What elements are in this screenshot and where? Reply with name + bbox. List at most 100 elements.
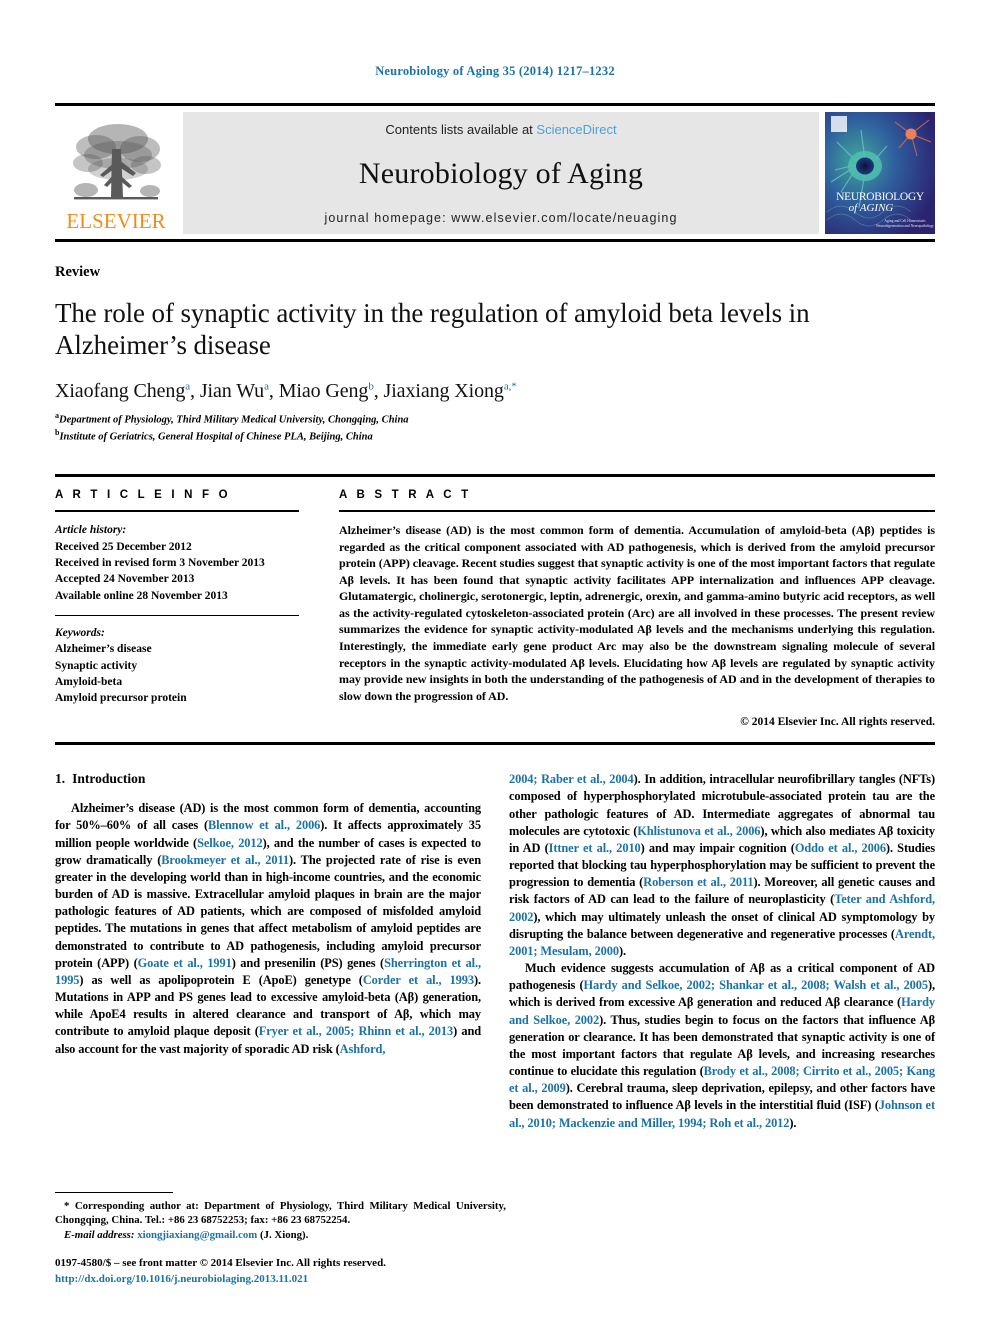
section-title: Introduction — [72, 771, 146, 787]
article-type: Review — [55, 264, 101, 280]
affiliation-list: aDepartment of Physiology, Third Militar… — [55, 411, 935, 444]
keyword-item: Amyloid precursor protein — [55, 692, 187, 705]
article-history-item: Accepted 24 November 2013 — [55, 573, 195, 586]
abstract-text: Alzheimer’s disease (AD) is the most com… — [339, 523, 935, 703]
body-columns: 1. Introduction Alzheimer’s disease (AD) … — [55, 771, 935, 1132]
article-history-item: Received 25 December 2012 — [55, 540, 192, 553]
body-paragraph: Much evidence suggests accumulation of A… — [509, 960, 935, 1132]
keywords: Keywords: Alzheimer’s disease Synaptic ac… — [55, 625, 299, 707]
affiliation: bInstitute of Geriatrics, General Hospit… — [55, 428, 935, 445]
body-text: ). — [618, 943, 626, 958]
citation-link[interactable]: Ashford, — [340, 1042, 386, 1056]
body-text: ). — [789, 1115, 797, 1130]
corresponding-author-note: * Corresponding author at: Department of… — [55, 1199, 506, 1242]
info-abstract-block: A R T I C L E I N F O Article history: R… — [55, 474, 935, 728]
abstract-rule — [339, 510, 935, 513]
citation-link[interactable]: Roberson et al., 2011 — [643, 875, 753, 889]
keywords-divider — [55, 614, 299, 616]
right-column-paragraphs: 2004; Raber et al., 2004). In addition, … — [509, 771, 935, 1132]
citation-link[interactable]: Brookmeyer et al., 2011 — [161, 853, 289, 867]
abstract-heading: A B S T R A C T — [339, 489, 472, 502]
sciencedirect-link[interactable]: ScienceDirect — [536, 122, 616, 137]
citation-link[interactable]: Oddo et al., 2006 — [795, 841, 886, 855]
body-text: ). The projected rate of rise is even gr… — [55, 852, 482, 970]
author-affiliation-marker: a — [264, 380, 269, 393]
author-affiliation-marker: a — [185, 380, 191, 393]
article-history-label: Article history: — [55, 524, 127, 537]
citation-link[interactable]: Goate et al., 1991 — [138, 956, 232, 970]
email-address-link[interactable]: xiongjiaxiang@gmail.com — [137, 1229, 257, 1241]
elsevier-logo: ELSEVIER — [55, 112, 177, 234]
journal-title: Neurobiology of Aging — [358, 157, 644, 190]
author-list: Xiaofang Chenga, Jian Wua, Miao Gengb, J… — [55, 379, 517, 402]
section-heading-introduction: 1. Introduction — [55, 771, 481, 787]
citation-link[interactable]: Fryer et al., 2005; Rhinn et al., 2013 — [259, 1024, 453, 1038]
author-name: Jian Wu — [199, 379, 265, 402]
body-paragraph: Alzheimer’s disease (AD) is the most com… — [55, 800, 481, 1058]
left-column-paragraphs: Alzheimer’s disease (AD) is the most com… — [55, 800, 481, 1058]
page-title: The role of synaptic activity in the reg… — [55, 298, 810, 361]
keyword-item: Amyloid-beta — [55, 675, 123, 688]
article-info-heading: A R T I C L E I N F O — [55, 489, 231, 502]
email-address-label: E-mail address: — [64, 1228, 135, 1241]
running-head: Neurobiology of Aging 35 (2014) 1217–123… — [375, 64, 615, 78]
article-info-rule — [55, 510, 299, 513]
author-name: Jiaxiang Xiong — [383, 379, 504, 402]
author-name: Xiaofang Cheng — [55, 379, 186, 402]
author-name: Miao Geng — [278, 379, 369, 402]
citation-link[interactable]: Khlistunova et al., 2006 — [637, 824, 760, 838]
email-address-suffix: (J. Xiong). — [260, 1228, 309, 1241]
article-history-item: Available online 28 November 2013 — [55, 589, 228, 602]
issn-line: 0197-4580/$ – see front matter © 2014 El… — [55, 1257, 386, 1270]
citation-link[interactable]: Blennow et al., 2006 — [208, 818, 320, 832]
footnote-block: * Corresponding author at: Department of… — [55, 1191, 506, 1288]
body-text: ) and may impair cognition ( — [640, 840, 795, 855]
issn-copyright-block: 0197-4580/$ – see front matter © 2014 El… — [55, 1256, 506, 1288]
article-info-column: A R T I C L E I N F O Article history: R… — [55, 489, 321, 728]
article-history: Article history: Received 25 December 20… — [55, 522, 299, 604]
journal-cover-image: NEUROBIOLOGY of AGING Aging and Cell Hom… — [825, 112, 935, 234]
keyword-item: Synaptic activity — [55, 659, 138, 672]
contents-list-line: Contents lists available at ScienceDirec… — [385, 122, 616, 137]
body-text: ) as well as apolipoprotein E (ApoE) gen… — [79, 972, 363, 987]
keywords-label: Keywords: — [55, 626, 105, 639]
citation-link[interactable]: Corder et al., 1993 — [363, 973, 474, 987]
elsevier-wordmark: ELSEVIER — [66, 209, 166, 233]
citation-link[interactable]: 2004; Raber et al., 2004 — [509, 772, 634, 786]
elsevier-tree-icon — [73, 124, 161, 200]
author-affiliation-marker: b — [368, 380, 374, 393]
citation-link[interactable]: Selkoe, 2012 — [197, 836, 263, 850]
citation-link[interactable]: Ittner et al., 2010 — [549, 841, 641, 855]
body-text: ). Cerebral trauma, sleep deprivation, e… — [509, 1081, 935, 1113]
journal-cover-thumbnail: NEUROBIOLOGY of AGING Aging and Cell Hom… — [825, 112, 935, 234]
cover-title-line2: of AGING — [849, 202, 894, 214]
body-text: ) and presenilin (PS) genes ( — [231, 955, 385, 970]
author-affiliation-marker: a,* — [503, 380, 517, 393]
body-paragraph: 2004; Raber et al., 2004). In addition, … — [509, 771, 935, 960]
body-column-left: 1. Introduction Alzheimer’s disease (AD) … — [55, 771, 481, 1132]
affiliation-text: Department of Physiology, Third Military… — [59, 414, 409, 426]
abstract-column: A B S T R A C T Alzheimer’s disease (AD)… — [321, 489, 935, 728]
journal-masthead: ELSEVIER Contents lists available at Sci… — [55, 103, 935, 242]
cover-sub2: Neurodegeneration and Neuropathology — [876, 224, 934, 228]
abstract-bottom-rule — [55, 742, 935, 746]
article-history-item: Received in revised form 3 November 2013 — [55, 556, 265, 569]
keyword-items: Alzheimer’s disease Synaptic activity Amyl… — [55, 641, 299, 706]
contents-prefix: Contents lists available at — [385, 122, 537, 137]
abstract-copyright: © 2014 Elsevier Inc. All rights reserved… — [740, 716, 935, 729]
section-number: 1. — [55, 771, 66, 787]
masthead-center: Contents lists available at ScienceDirec… — [183, 112, 819, 234]
body-column-right: 2004; Raber et al., 2004). In addition, … — [509, 771, 935, 1132]
article-history-items: Received 25 December 2012 Received in rev… — [55, 539, 299, 604]
paper-page: Neurobiology of Aging 35 (2014) 1217–123… — [0, 0, 990, 1320]
body-text: ), which may ultimately unleash the onse… — [509, 909, 935, 941]
affiliation-text: Institute of Geriatrics, General Hospita… — [59, 431, 373, 443]
footnote-rule — [55, 1191, 173, 1193]
citation-link[interactable]: Hardy and Selkoe, 2002; Shankar et al., … — [584, 978, 929, 992]
journal-homepage-link[interactable]: journal homepage: www.elsevier.com/locat… — [324, 211, 677, 225]
corresponding-author-text: * Corresponding author at: Department of… — [55, 1199, 506, 1227]
doi-link[interactable]: http://dx.doi.org/10.1016/j.neurobiolagi… — [55, 1272, 506, 1288]
keyword-item: Alzheimer’s disease — [55, 643, 152, 656]
affiliation: aDepartment of Physiology, Third Militar… — [55, 411, 935, 428]
cover-sub1: Aging and Cell Homeostasis — [884, 219, 926, 223]
